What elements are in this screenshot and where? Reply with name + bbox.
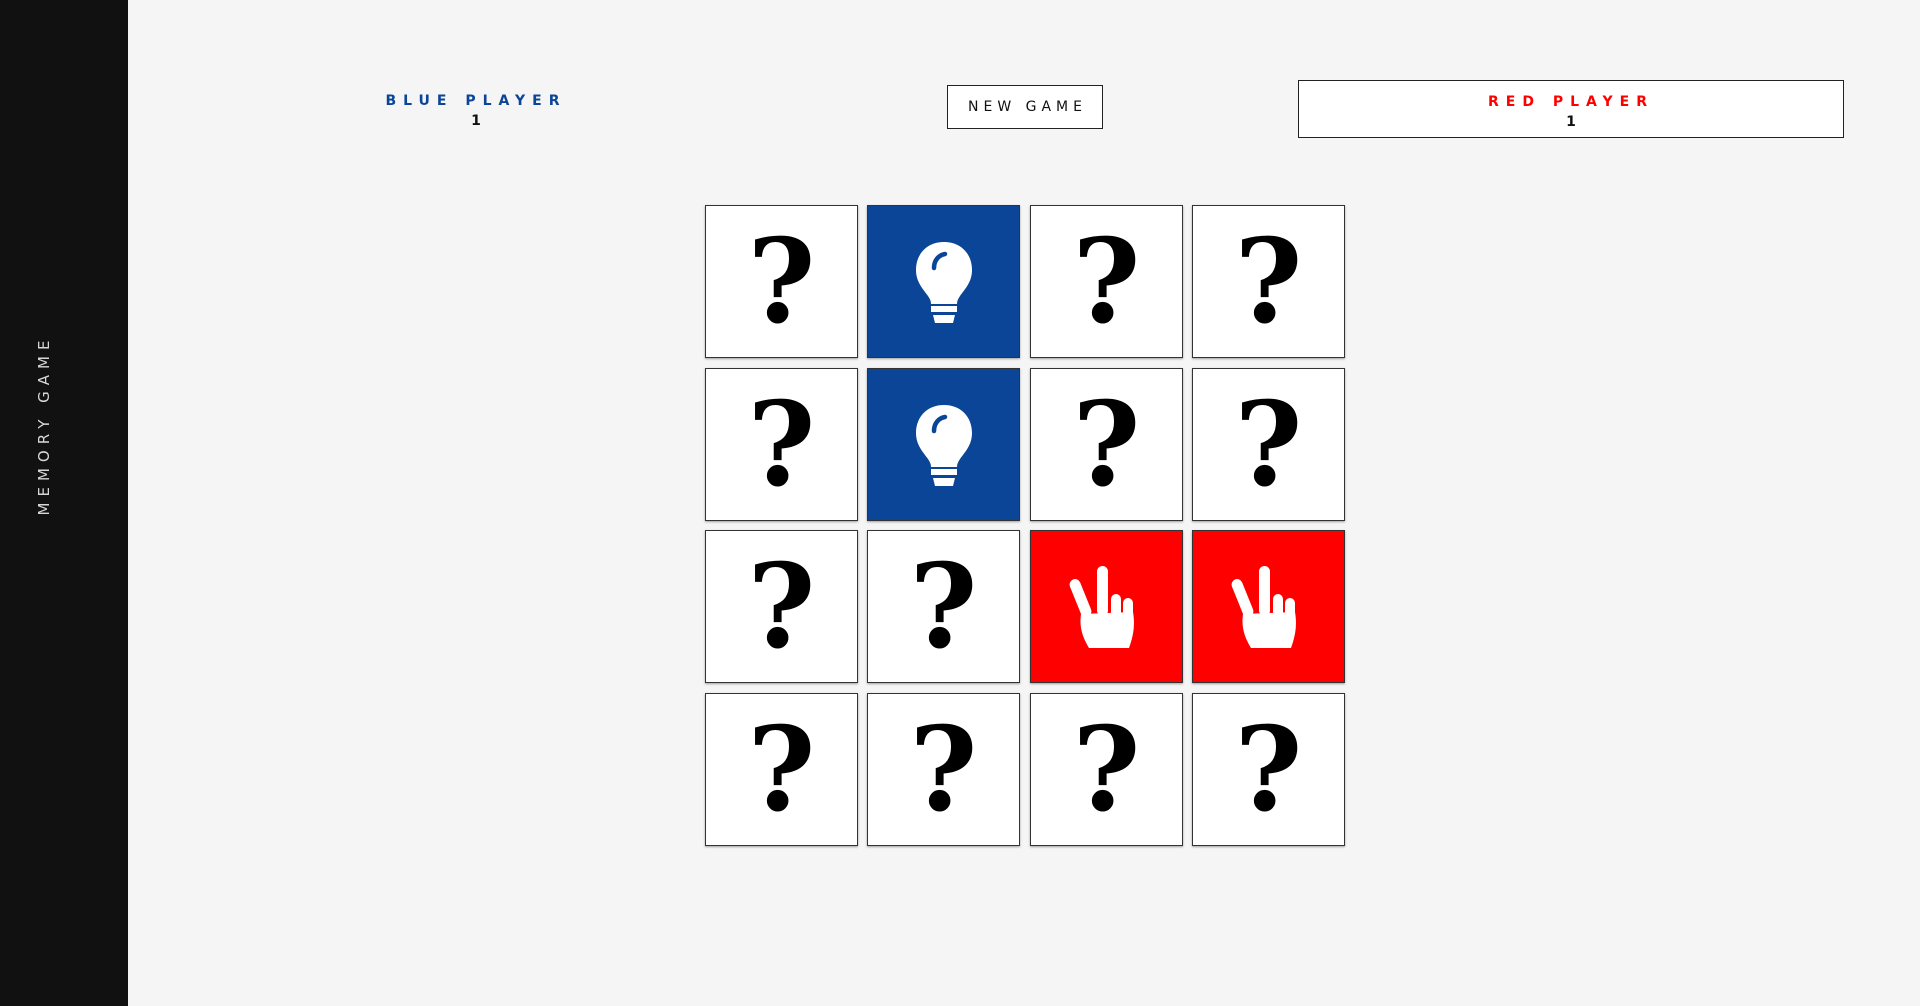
question-mark-icon: ? — [1234, 213, 1303, 350]
card-hidden[interactable]: ? — [1192, 205, 1345, 358]
new-game-button[interactable]: NEW GAME — [947, 85, 1103, 129]
question-mark-icon: ? — [909, 538, 978, 675]
card-hidden[interactable]: ? — [1030, 693, 1183, 846]
card-hidden[interactable]: ? — [705, 693, 858, 846]
card-hidden[interactable]: ? — [705, 205, 858, 358]
hand-peace-icon — [1067, 564, 1147, 650]
card-hidden[interactable]: ? — [867, 693, 1020, 846]
question-mark-icon: ? — [1072, 701, 1141, 838]
question-mark-icon: ? — [1072, 213, 1141, 350]
question-mark-icon: ? — [747, 538, 816, 675]
question-mark-icon: ? — [747, 701, 816, 838]
card-matched — [1192, 530, 1345, 683]
card-hidden[interactable]: ? — [867, 530, 1020, 683]
question-mark-icon: ? — [747, 376, 816, 513]
blue-player-score: 1 — [471, 113, 481, 129]
question-mark-icon: ? — [1072, 376, 1141, 513]
card-matched — [867, 368, 1020, 521]
question-mark-icon: ? — [747, 213, 816, 350]
red-player-score: 1 — [1566, 114, 1576, 130]
red-player-panel: RED PLAYER 1 — [1298, 80, 1844, 138]
question-mark-icon: ? — [1234, 701, 1303, 838]
card-hidden[interactable]: ? — [1030, 205, 1183, 358]
red-player-name: RED PLAYER — [1488, 94, 1654, 110]
lightbulb-icon — [913, 403, 975, 487]
blue-player-name: BLUE PLAYER — [385, 93, 567, 109]
hand-peace-icon — [1229, 564, 1309, 650]
card-matched — [867, 205, 1020, 358]
card-hidden[interactable]: ? — [1030, 368, 1183, 521]
card-hidden[interactable]: ? — [705, 368, 858, 521]
card-matched — [1030, 530, 1183, 683]
blue-player-panel: BLUE PLAYER 1 — [376, 93, 576, 129]
game-board: ???????????? — [705, 205, 1345, 847]
card-hidden[interactable]: ? — [1192, 368, 1345, 521]
app-title: MEMORY GAME — [35, 334, 53, 516]
lightbulb-icon — [913, 240, 975, 324]
question-mark-icon: ? — [1234, 376, 1303, 513]
sidebar: MEMORY GAME — [0, 0, 128, 1006]
card-hidden[interactable]: ? — [1192, 693, 1345, 846]
card-hidden[interactable]: ? — [705, 530, 858, 683]
question-mark-icon: ? — [909, 701, 978, 838]
